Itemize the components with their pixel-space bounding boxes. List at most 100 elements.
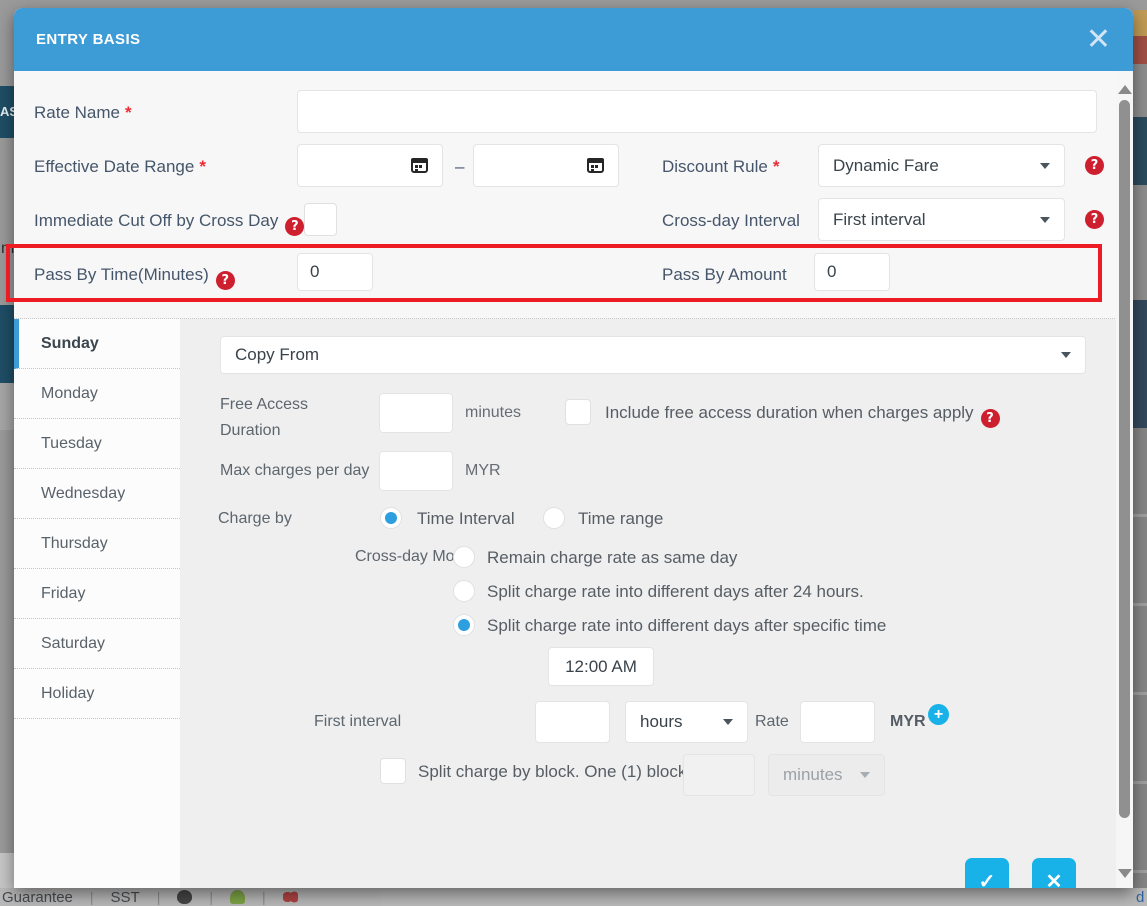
free-access-label-line1: Free Access	[220, 396, 308, 413]
background-right-fragment	[1133, 185, 1147, 300]
cross-day-mode-option-label[interactable]: Split charge rate into different days af…	[487, 582, 864, 602]
calendar-icon	[411, 158, 428, 173]
cross-day-interval-select[interactable]: First interval	[818, 198, 1065, 241]
split-block-unit-value: minutes	[783, 765, 843, 785]
dialog-title: ENTRY BASIS	[36, 31, 140, 48]
effective-date-range-label: Effective Date Range *	[34, 157, 206, 177]
first-interval-unit-value: hours	[640, 712, 683, 732]
tab-wednesday[interactable]: Wednesday	[14, 469, 180, 519]
scrollbar[interactable]	[1116, 71, 1133, 888]
tab-sunday[interactable]: Sunday	[14, 319, 180, 369]
copy-from-select[interactable]: Copy From	[220, 336, 1086, 374]
first-interval-unit-select[interactable]: hours	[625, 701, 748, 743]
charge-by-radio-time-interval[interactable]	[380, 507, 402, 529]
tab-tuesday[interactable]: Tuesday	[14, 419, 180, 469]
footer-separator: |	[209, 889, 213, 905]
help-icon[interactable]: ?	[285, 217, 304, 236]
max-charges-unit-label: MYR	[465, 462, 501, 480]
scroll-up-arrow-icon[interactable]	[1118, 85, 1132, 94]
help-icon[interactable]: ?	[1085, 156, 1104, 175]
chevron-down-icon	[1040, 163, 1050, 169]
cross-day-interval-label: Cross-day Interval	[662, 211, 800, 231]
pass-by-amount-input[interactable]	[814, 253, 890, 291]
pass-by-amount-label: Pass By Amount	[662, 265, 787, 285]
background-left-panel-fragment: ASS	[0, 86, 14, 138]
day-tabs: Sunday Monday Tuesday Wednesday Thursday…	[14, 319, 180, 888]
include-free-access-checkbox[interactable]	[565, 399, 591, 425]
effective-date-label-text: Effective Date Range	[34, 157, 194, 176]
background-right-fragment	[1133, 36, 1147, 64]
free-access-label-line2: Duration	[220, 422, 280, 439]
required-asterisk: *	[199, 157, 206, 176]
free-access-duration-input[interactable]	[379, 393, 453, 433]
red-badge-icon	[283, 890, 298, 904]
immediate-cutoff-checkbox[interactable]	[304, 203, 337, 236]
confirm-button[interactable]: ✓	[965, 858, 1009, 888]
chevron-down-icon	[1061, 352, 1071, 358]
tab-thursday[interactable]: Thursday	[14, 519, 180, 569]
help-icon[interactable]: ?	[1085, 210, 1104, 229]
background-right-fragment	[1133, 300, 1147, 428]
background-footer: Guarantee | SST | | |	[0, 888, 1147, 906]
pass-by-time-input[interactable]	[297, 253, 373, 291]
cross-day-mode-option-label[interactable]: Split charge rate into different days af…	[487, 616, 886, 636]
background-right-fragment	[1133, 428, 1147, 888]
help-icon[interactable]: ?	[981, 409, 1000, 428]
cross-day-mode-radio-split-24h[interactable]	[453, 580, 475, 602]
dialog-header: ENTRY BASIS ✕	[14, 8, 1133, 71]
charge-by-label: Charge by	[218, 510, 292, 528]
chevron-down-icon	[1040, 217, 1050, 223]
android-icon	[230, 890, 245, 904]
cross-day-interval-value: First interval	[833, 210, 926, 230]
rate-input[interactable]	[800, 701, 875, 743]
cross-day-mode-radio-split-specific[interactable]	[453, 614, 475, 636]
cross-day-mode-option-label[interactable]: Remain charge rate as same day	[487, 548, 737, 568]
background-left-panel-fragment	[0, 383, 14, 430]
background-right-fragment	[1133, 117, 1147, 185]
charge-by-radio-time-range[interactable]	[543, 507, 565, 529]
charge-by-option-label[interactable]: Time range	[578, 509, 663, 529]
tab-holiday[interactable]: Holiday	[14, 669, 180, 719]
date-end-input[interactable]	[473, 144, 619, 187]
max-charges-input[interactable]	[379, 451, 453, 491]
footer-separator: |	[262, 889, 266, 905]
footer-separator: |	[90, 889, 94, 905]
tab-friday[interactable]: Friday	[14, 569, 180, 619]
entry-basis-dialog: ENTRY BASIS ✕ Rate Name* Effective Date …	[14, 8, 1133, 888]
tab-saturday[interactable]: Saturday	[14, 619, 180, 669]
apple-icon	[177, 890, 192, 904]
cancel-button[interactable]: ✕	[1032, 858, 1076, 888]
split-block-checkbox[interactable]	[380, 758, 406, 784]
date-range-separator: –	[455, 157, 464, 177]
scroll-down-arrow-icon[interactable]	[1118, 869, 1132, 878]
date-start-input[interactable]	[297, 144, 443, 187]
split-block-unit-select: minutes	[768, 754, 885, 796]
specific-time-input[interactable]: 12:00 AM	[548, 647, 654, 686]
calendar-icon	[587, 158, 604, 173]
close-icon[interactable]: ✕	[1086, 25, 1111, 55]
discount-rule-label: Discount Rule*	[662, 157, 779, 177]
rate-name-input[interactable]	[297, 90, 1097, 133]
pass-by-time-label: Pass By Time(Minutes)?	[34, 265, 235, 290]
help-icon[interactable]: ?	[216, 271, 235, 290]
immediate-cutoff-label-text: Immediate Cut Off by Cross Day	[34, 211, 278, 230]
cross-day-mode-radio-remain[interactable]	[453, 546, 475, 568]
footer-link-fragment: d	[1136, 889, 1144, 906]
day-config-panel: Copy From Free AccessDuration minutes In…	[180, 319, 1116, 888]
rate-currency-label: MYR	[890, 713, 926, 731]
discount-rule-select[interactable]: Dynamic Fare	[818, 144, 1065, 187]
tab-monday[interactable]: Monday	[14, 369, 180, 419]
free-access-duration-label: Free Access Duration	[220, 392, 308, 444]
day-config-section: Sunday Monday Tuesday Wednesday Thursday…	[14, 318, 1133, 888]
rate-name-label: Rate Name*	[34, 103, 132, 123]
discount-rule-label-text: Discount Rule	[662, 157, 768, 176]
pass-by-amount-label-text: Pass By Amount	[662, 265, 787, 284]
add-interval-icon[interactable]: +	[928, 704, 949, 725]
discount-rule-value: Dynamic Fare	[833, 156, 939, 176]
charge-by-option-label[interactable]: Time Interval	[417, 509, 515, 529]
background-right-fragment	[1133, 10, 1147, 36]
scrollbar-thumb[interactable]	[1119, 100, 1130, 818]
footer-separator: |	[157, 889, 161, 905]
first-interval-input[interactable]	[535, 701, 610, 743]
cross-day-interval-label-text: Cross-day Interval	[662, 211, 800, 230]
